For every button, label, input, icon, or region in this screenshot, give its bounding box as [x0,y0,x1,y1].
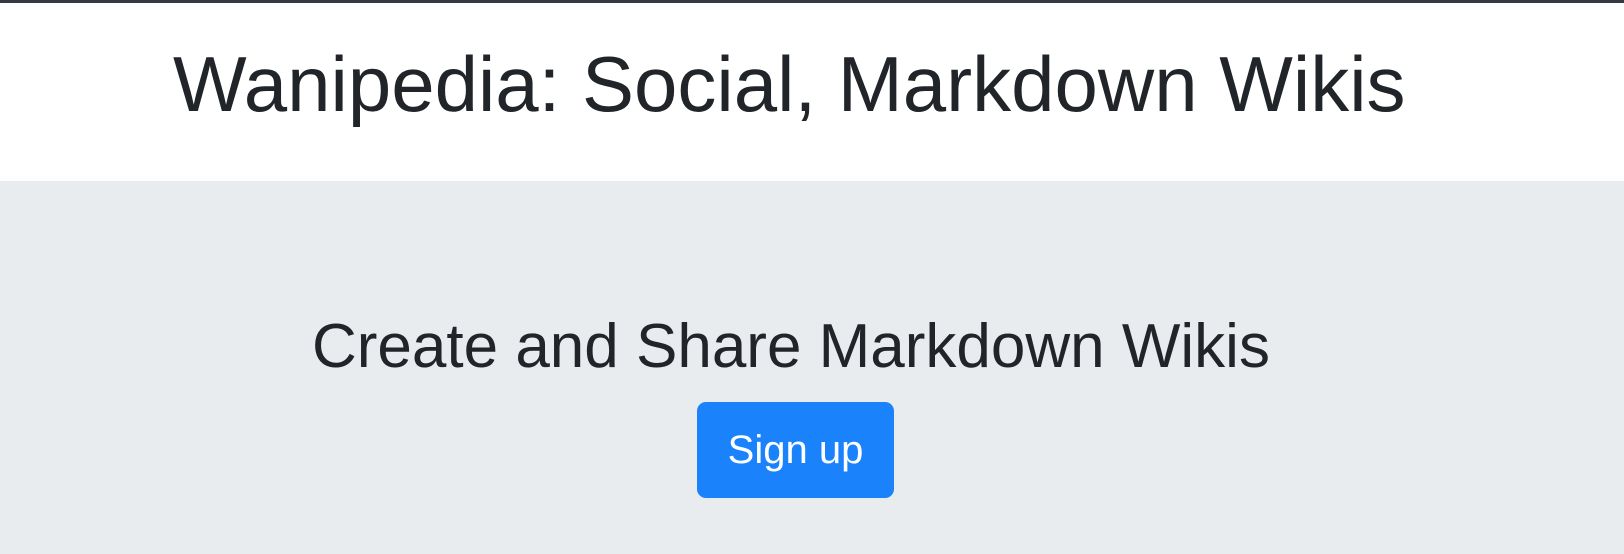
hero-heading: Create and Share Markdown Wikis [312,312,1270,381]
signup-button[interactable]: Sign up [697,402,894,498]
page-header: Wanipedia: Social, Markdown Wikis [0,3,1624,181]
hero-section: Create and Share Markdown Wikis Sign up [0,181,1624,554]
page-title: Wanipedia: Social, Markdown Wikis [173,40,1406,128]
